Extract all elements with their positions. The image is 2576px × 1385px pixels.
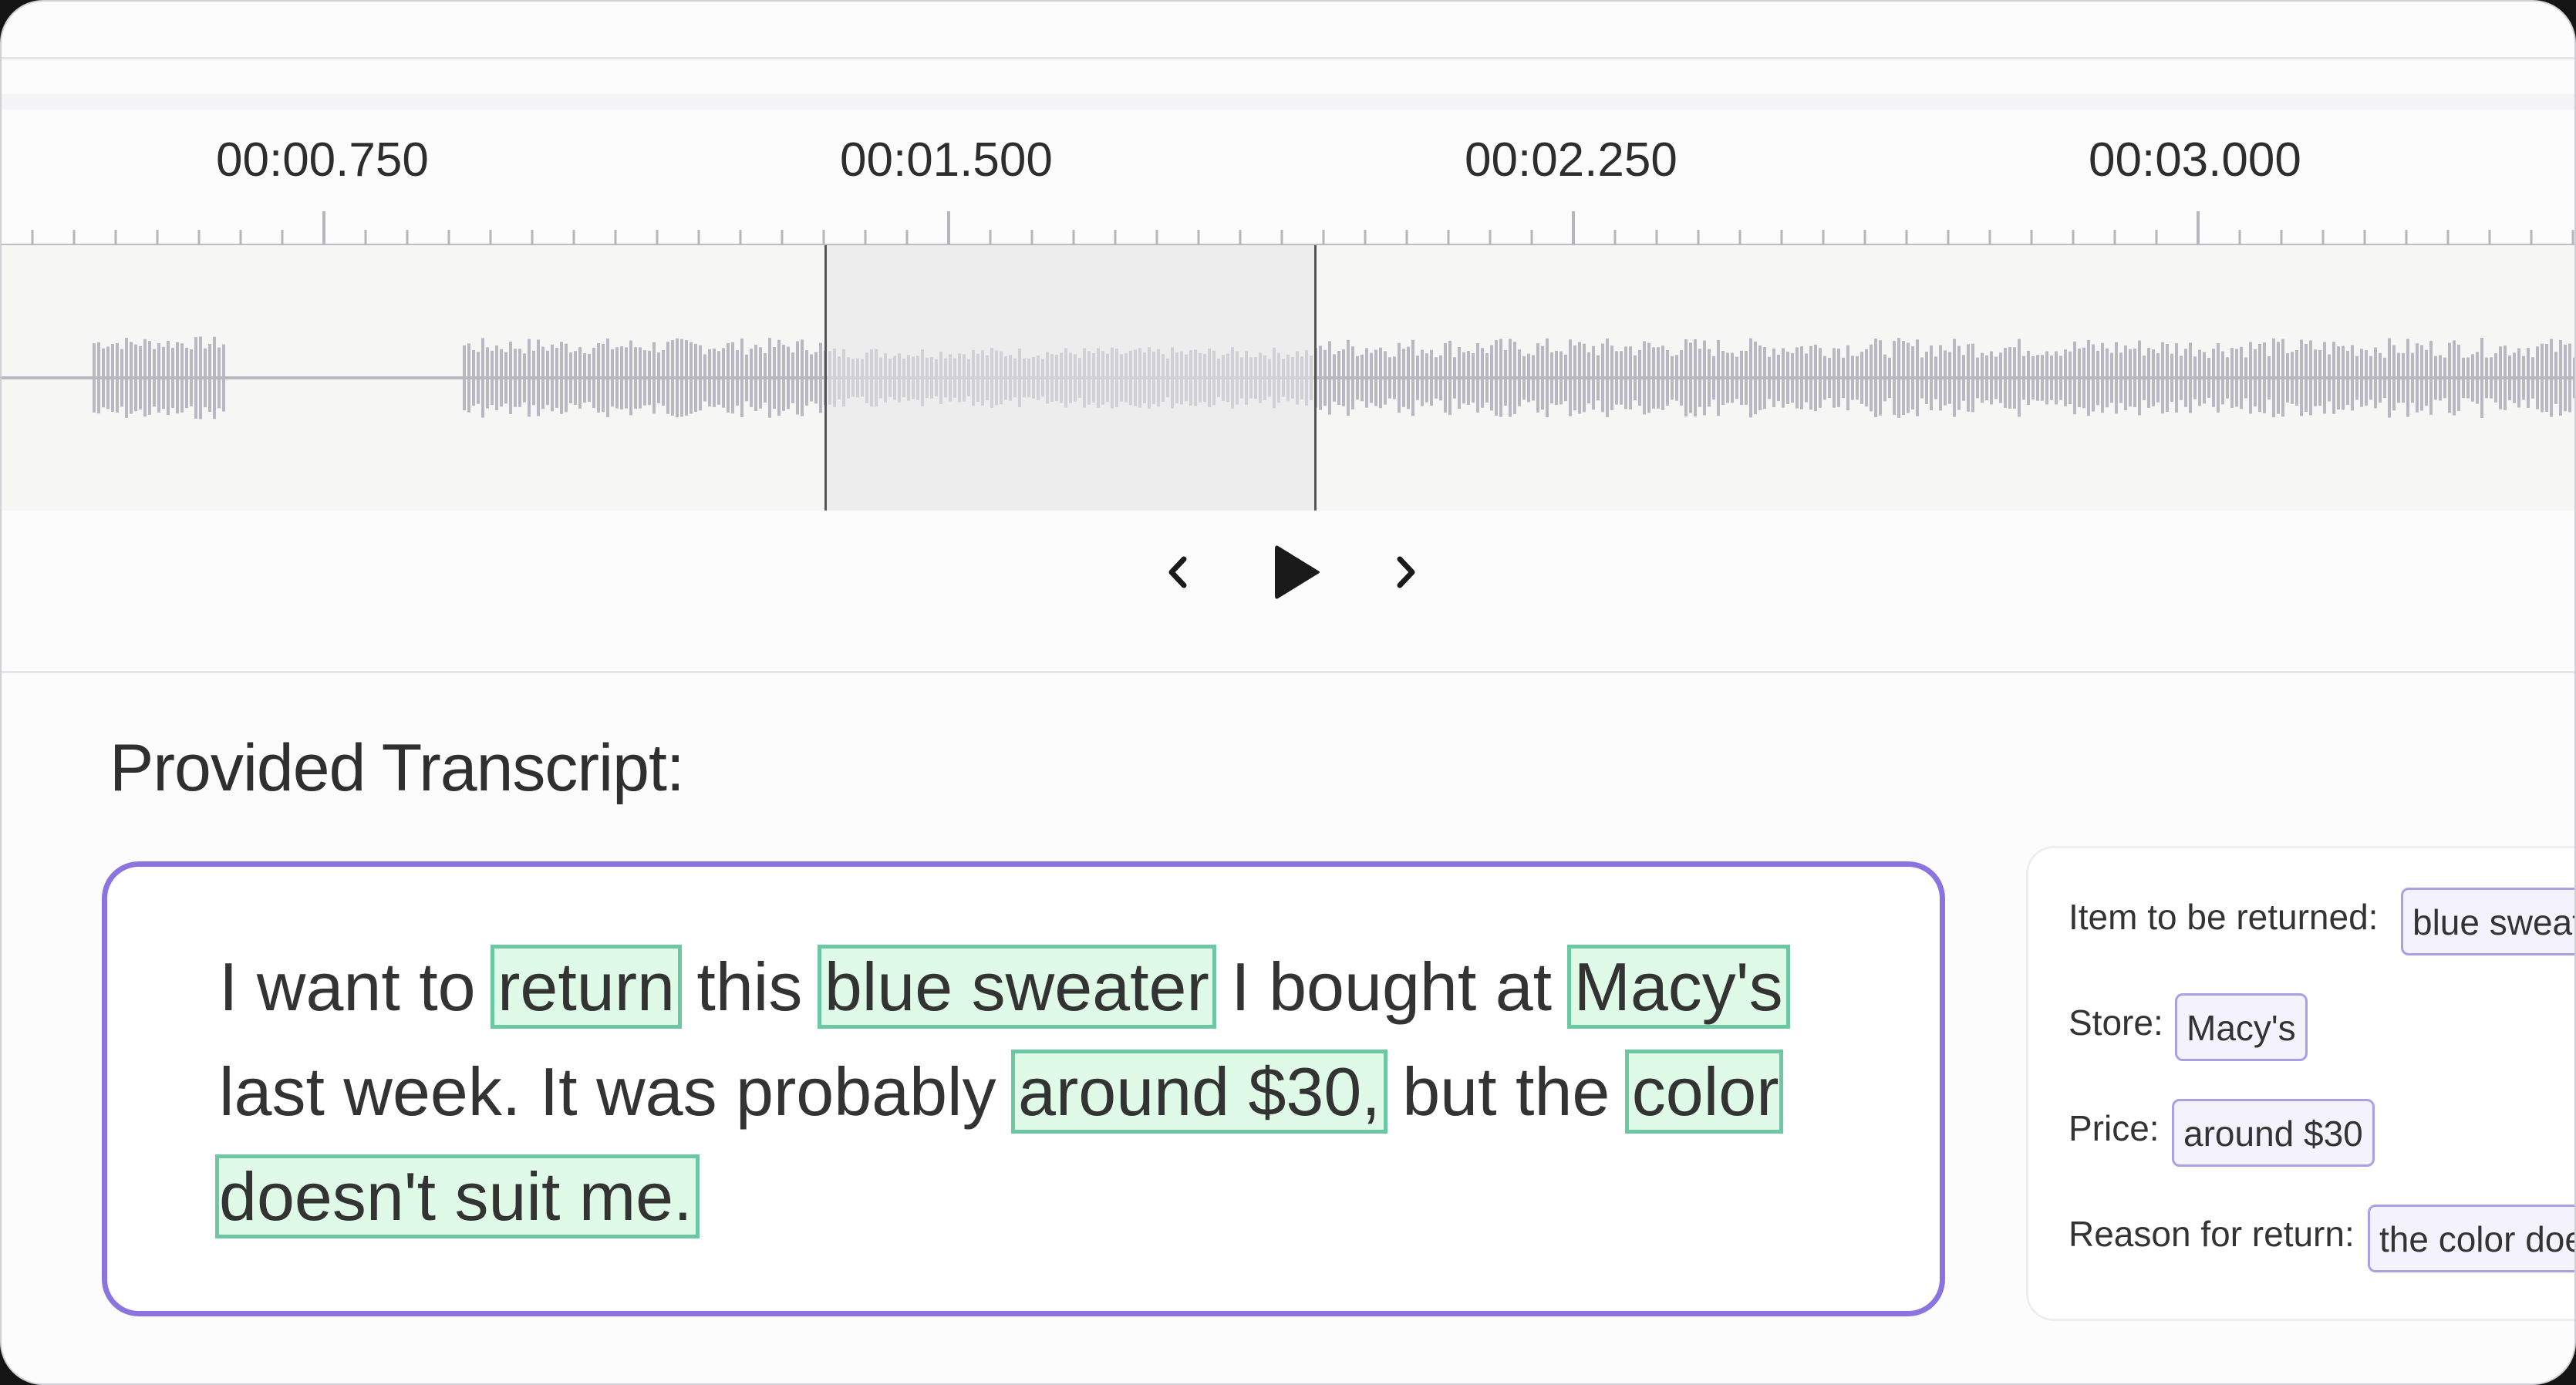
previous-button[interactable] — [1151, 545, 1205, 599]
tick-label: 00:00.750 — [216, 133, 429, 187]
transcript-text: I want to return this blue sweater I bou… — [215, 935, 1854, 1249]
next-button[interactable] — [1379, 545, 1433, 599]
timeline-header-strip — [2, 94, 2574, 110]
selected-region[interactable] — [825, 245, 1316, 511]
tick-label: 00:01.500 — [840, 133, 1053, 187]
player-divider — [2, 671, 2574, 673]
app-window: 00:00.750 00:01.500 00:02.250 00:03.000 … — [0, 0, 2576, 1385]
transcript-span: I bought at — [1212, 949, 1571, 1025]
transcript-span: I want to — [219, 949, 495, 1025]
field-label-store: Store: — [2069, 1003, 2163, 1043]
transcript-box[interactable]: I want to return this blue sweater I bou… — [102, 861, 1945, 1316]
chevron-left-icon — [1168, 556, 1187, 588]
field-label-item: Item to be returned: — [2069, 897, 2379, 937]
field-value-store[interactable]: Macy's — [2175, 993, 2308, 1061]
time-ruler[interactable] — [2, 202, 2576, 248]
tick-label: 00:02.250 — [1465, 133, 1677, 187]
play-icon — [1275, 545, 1320, 599]
region-end-handle[interactable] — [1314, 245, 1317, 511]
transcript-span: last week. It was probably — [219, 1053, 1016, 1130]
top-divider — [2, 57, 2574, 59]
highlighted-span[interactable]: return — [491, 945, 682, 1029]
highlighted-span[interactable]: Macy's — [1566, 945, 1790, 1029]
highlighted-span[interactable]: around $30, — [1011, 1050, 1387, 1134]
field-value-item[interactable]: blue sweater — [2401, 888, 2574, 955]
highlighted-span[interactable]: blue sweater — [817, 945, 1216, 1029]
tick-label: 00:03.000 — [2089, 133, 2301, 187]
extracted-fields-panel: Item to be returned: blue sweater Store:… — [2026, 846, 2574, 1321]
field-label-price: Price: — [2069, 1108, 2160, 1148]
field-label-reason: Reason for return: — [2069, 1214, 2355, 1254]
play-button[interactable] — [1266, 537, 1328, 607]
transcript-heading: Provided Transcript: — [110, 731, 685, 805]
chevron-right-icon — [1397, 556, 1415, 588]
transcript-span: this — [677, 949, 821, 1025]
field-value-price[interactable]: around $30 — [2172, 1099, 2375, 1167]
transcript-span: but the — [1383, 1053, 1629, 1130]
region-start-handle[interactable] — [824, 245, 827, 511]
field-value-reason[interactable]: the color doesn't suit me — [2368, 1205, 2574, 1272]
